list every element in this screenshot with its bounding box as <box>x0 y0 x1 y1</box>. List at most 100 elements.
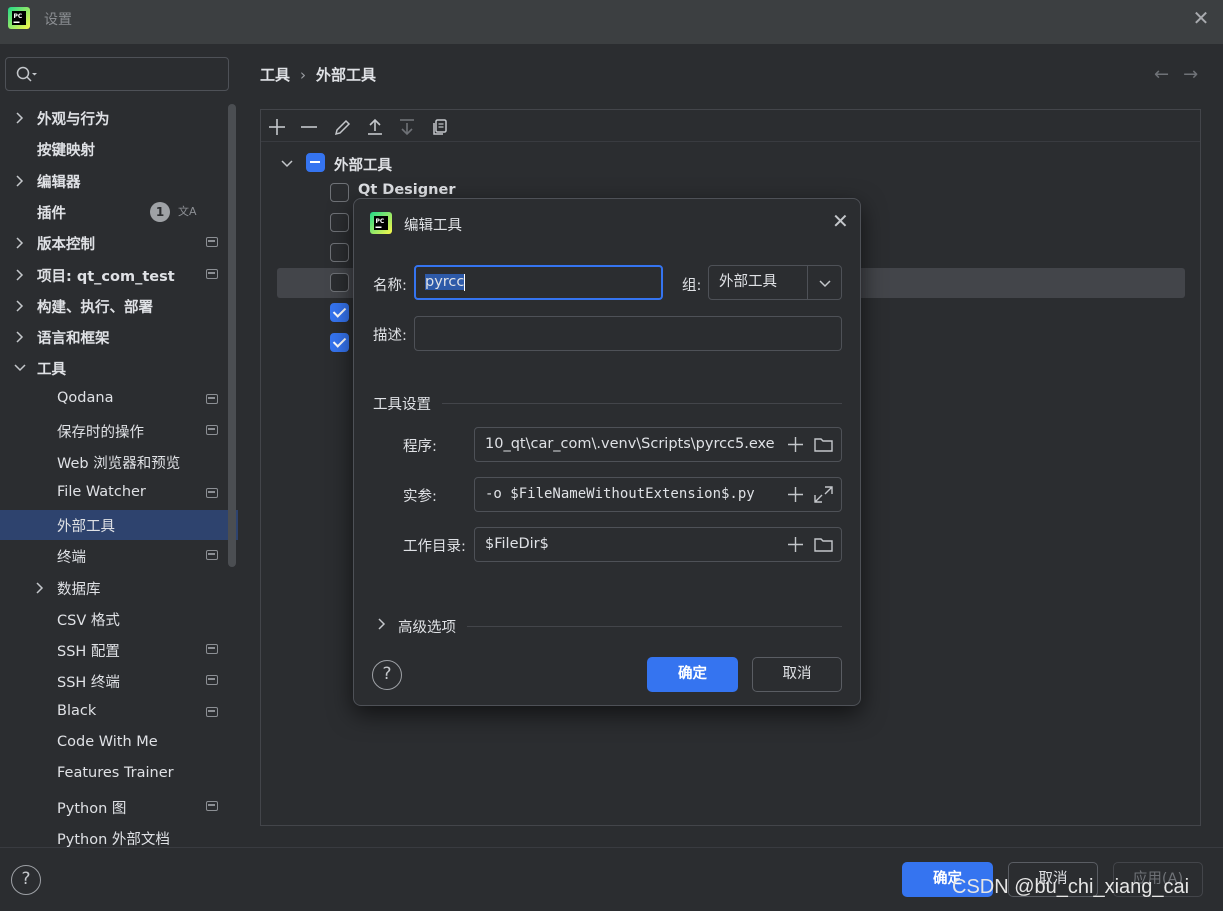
sidebar-item-label: 项目: qt_com_test <box>37 269 175 285</box>
tools-toolbar <box>261 110 1200 142</box>
working-directory-label: 工作目录: <box>403 539 466 555</box>
tool-checkbox[interactable] <box>330 213 349 232</box>
sidebar-item-label: 版本控制 <box>37 237 95 253</box>
sidebar-item[interactable]: 语言和框架 <box>0 322 238 352</box>
sidebar-item[interactable]: Black <box>0 698 238 728</box>
svg-text:PC: PC <box>376 218 385 225</box>
settings-search-input[interactable] <box>5 57 229 91</box>
tool-checkbox[interactable] <box>330 183 349 202</box>
sidebar-item-label: 插件 <box>37 206 66 222</box>
window-close-icon[interactable]: ✕ <box>1191 8 1211 28</box>
sidebar-item[interactable]: File Watcher <box>0 479 238 509</box>
sidebar-item-label: 语言和框架 <box>37 331 110 347</box>
insert-macro-icon[interactable] <box>787 486 804 503</box>
program-field-actions <box>787 436 833 453</box>
chevron-right-icon[interactable] <box>13 268 27 282</box>
sidebar-item[interactable]: 构建、执行、部署 <box>0 291 238 321</box>
chevron-right-icon[interactable] <box>376 618 388 630</box>
sidebar-item[interactable]: 终端 <box>0 541 238 571</box>
sidebar-item[interactable]: 插件 1 文A <box>0 197 238 227</box>
sidebar-item[interactable]: 工具 <box>0 353 238 383</box>
sidebar-item[interactable]: 编辑器 <box>0 166 238 196</box>
sidebar-item[interactable]: Qodana <box>0 385 238 415</box>
working-directory-input[interactable]: $FileDir$ <box>474 527 842 562</box>
sidebar-item-label: 保存时的操作 <box>57 425 144 441</box>
program-input[interactable]: 10_qt\car_com\.venv\Scripts\pyrcc5.exe <box>474 427 842 462</box>
sidebar-item[interactable]: 数据库 <box>0 573 238 603</box>
dialog-ok-button[interactable]: 确定 <box>647 657 738 692</box>
chevron-right-icon[interactable] <box>13 236 27 250</box>
name-input[interactable]: pyrcc <box>414 265 663 300</box>
sidebar-item[interactable]: Code With Me <box>0 729 238 759</box>
search-icon <box>16 66 37 82</box>
arguments-label: 实参: <box>403 489 437 505</box>
sidebar-item[interactable]: 项目: qt_com_test <box>0 260 238 290</box>
sidebar-item-label: 编辑器 <box>37 175 81 191</box>
dialog-cancel-button[interactable]: 取消 <box>752 657 842 692</box>
description-input[interactable] <box>414 316 842 351</box>
arguments-value: -o $FileNameWithoutExtension$.py <box>485 486 755 502</box>
sidebar-scrollbar[interactable] <box>228 104 236 567</box>
add-icon[interactable] <box>267 117 287 137</box>
folder-icon[interactable] <box>814 436 833 453</box>
back-arrow-icon[interactable]: ← <box>1154 64 1183 85</box>
forward-arrow-icon[interactable]: → <box>1183 64 1212 85</box>
sidebar-item[interactable]: 外部工具 <box>0 510 238 540</box>
sidebar-item-label: Code With Me <box>57 734 158 750</box>
sidebar-item[interactable]: Python 图 <box>0 792 238 822</box>
text-caret <box>464 273 466 291</box>
arguments-input[interactable]: -o $FileNameWithoutExtension$.py <box>474 477 842 512</box>
tool-checkbox[interactable] <box>330 243 349 262</box>
insert-macro-icon[interactable] <box>787 536 804 553</box>
chevron-down-icon[interactable] <box>13 361 27 375</box>
sidebar-item[interactable]: Web 浏览器和预览 <box>0 447 238 477</box>
sidebar-item[interactable]: 按键映射 <box>0 134 238 164</box>
move-down-icon[interactable] <box>397 117 417 137</box>
tool-checkbox[interactable] <box>330 303 349 322</box>
edit-icon[interactable] <box>333 117 353 137</box>
tool-checkbox[interactable] <box>330 273 349 292</box>
sidebar-item-label: 按键映射 <box>37 143 95 159</box>
remove-icon[interactable] <box>299 117 319 137</box>
arguments-field-actions <box>787 486 833 503</box>
group-combobox[interactable]: 外部工具 <box>708 265 842 300</box>
move-up-icon[interactable] <box>365 117 385 137</box>
breadcrumb-item-tools[interactable]: 工具 <box>260 66 290 84</box>
dialog-close-icon[interactable]: ✕ <box>832 211 849 231</box>
combobox-dropdown[interactable] <box>807 266 841 299</box>
chevron-right-icon[interactable] <box>13 174 27 188</box>
chevron-down-icon[interactable] <box>280 157 294 171</box>
chevron-right-icon[interactable] <box>13 299 27 313</box>
sidebar-item-label: 外观与行为 <box>37 112 110 128</box>
sidebar-item[interactable]: 外观与行为 <box>0 103 238 133</box>
insert-macro-icon[interactable] <box>787 436 804 453</box>
sidebar-item-label: Features Trainer <box>57 765 174 781</box>
sidebar-item[interactable]: SSH 终端 <box>0 666 238 696</box>
update-count-badge: 1 <box>150 202 170 222</box>
folder-icon[interactable] <box>814 536 833 553</box>
chevron-right-icon[interactable] <box>33 581 47 595</box>
help-button[interactable]: ? <box>11 865 41 895</box>
sidebar-item[interactable]: 版本控制 <box>0 228 238 258</box>
section-divider <box>442 403 842 404</box>
sidebar-item[interactable]: CSV 格式 <box>0 604 238 634</box>
sidebar-item[interactable]: 保存时的操作 <box>0 416 238 446</box>
tool-checkbox[interactable] <box>330 333 349 352</box>
translate-icon: 文A <box>178 205 197 218</box>
sidebar-item[interactable]: SSH 配置 <box>0 635 238 665</box>
copy-icon[interactable] <box>430 117 450 137</box>
group-combobox-value: 外部工具 <box>719 274 777 290</box>
expand-icon[interactable] <box>814 486 833 503</box>
tree-group-row[interactable]: 外部工具 <box>261 148 1200 178</box>
pycharm-logo-icon: PC <box>370 212 392 234</box>
chevron-right-icon[interactable] <box>13 330 27 344</box>
group-checkbox[interactable] <box>306 153 325 172</box>
sidebar-item[interactable]: Features Trainer <box>0 760 238 790</box>
advanced-options-toggle[interactable]: 高级选项 <box>398 616 456 637</box>
pycharm-logo-icon: PC <box>8 7 30 29</box>
project-level-settings-icon <box>206 550 218 560</box>
dialog-help-button[interactable]: ? <box>372 660 402 690</box>
breadcrumb: 工具 › 外部工具 <box>260 64 376 85</box>
tool-label: Qt Designer <box>358 182 456 198</box>
chevron-right-icon[interactable] <box>13 111 27 125</box>
